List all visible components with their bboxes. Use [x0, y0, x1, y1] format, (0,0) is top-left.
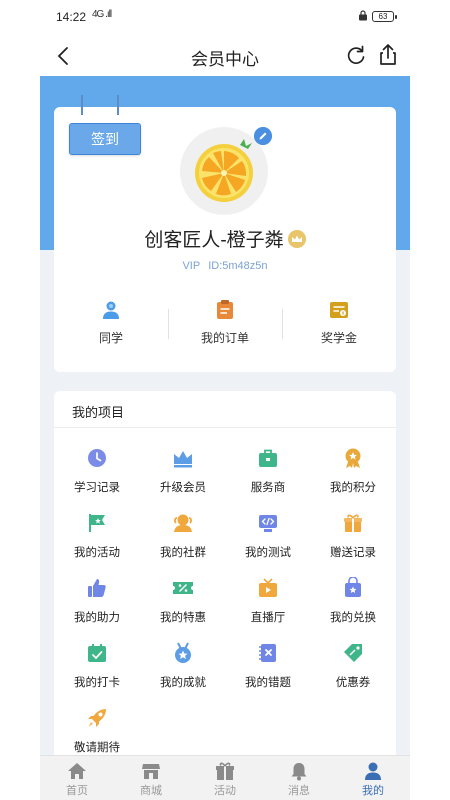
mistake-notebook-icon — [259, 644, 276, 662]
medal-icon — [345, 448, 361, 468]
tab-store[interactable]: 商城 — [114, 756, 188, 800]
project-item-coupons[interactable]: 优惠券 — [310, 642, 396, 698]
project-item-label: 我的测试 — [245, 547, 291, 559]
rocket-icon — [88, 709, 106, 727]
tab-label: 首页 — [66, 785, 88, 797]
project-item-study-records[interactable]: 学习记录 — [54, 447, 140, 503]
status-time: 14:22 — [56, 10, 87, 24]
project-item-label: 我的兑换 — [330, 612, 376, 624]
project-item-label: 直播厅 — [250, 612, 286, 624]
project-item-service-provider[interactable]: 服务商 — [225, 447, 311, 503]
quick-link-label: 同学 — [98, 331, 123, 345]
signin-string — [81, 95, 83, 115]
gift-box-icon — [216, 762, 234, 780]
member-info: VIP ID:5m48z5n — [54, 260, 396, 272]
project-item-label: 我的成就 — [160, 677, 206, 689]
crown-icon — [174, 451, 192, 468]
project-item-my-checkin[interactable]: 我的打卡 — [54, 642, 140, 698]
project-item-label: 赠送记录 — [330, 547, 376, 559]
classmates-icon — [103, 301, 119, 319]
refresh-icon[interactable] — [342, 42, 370, 70]
project-item-label: 我的社群 — [160, 547, 206, 559]
project-item-my-exchange[interactable]: 我的兑换 — [310, 577, 396, 633]
project-item-my-support[interactable]: 我的助力 — [54, 577, 140, 633]
quick-link-label: 奖学金 — [320, 331, 357, 345]
project-item-label: 服务商 — [250, 482, 286, 494]
community-icon — [174, 514, 192, 532]
discount-ticket-icon — [173, 582, 193, 594]
project-item-my-tests[interactable]: 我的测试 — [225, 512, 311, 568]
tab-me[interactable]: 我的 — [336, 756, 410, 800]
home-icon — [68, 763, 86, 779]
project-item-label: 学习记录 — [74, 482, 120, 494]
tab-activities[interactable]: 活动 — [188, 756, 262, 800]
code-test-icon — [259, 515, 277, 532]
project-item-label: 我的活动 — [74, 547, 120, 559]
profile-card: 签到 创客匠人-橙子粦 VIP ID:5m48z5n 同学 我的订单 奖学金 — [54, 95, 396, 372]
status-bar: 14:22 4G .ıll 63 — [40, 0, 410, 36]
signin-string — [117, 95, 119, 115]
membership-level: VIP — [182, 260, 201, 272]
project-item-my-points[interactable]: 我的积分 — [310, 447, 396, 503]
achievement-icon — [175, 642, 191, 663]
project-item-my-achievements[interactable]: 我的成就 — [140, 642, 226, 698]
my-projects-card: 我的项目 学习记录 升级会员 服务商 我的积分 我的活动 我的社群 我的测试 赠… — [54, 391, 396, 763]
project-item-label: 我的积分 — [330, 482, 376, 494]
edit-avatar-icon[interactable] — [254, 127, 272, 145]
quick-link-orders[interactable]: 我的订单 — [168, 299, 282, 349]
tab-label: 商城 — [140, 785, 162, 797]
gift-icon — [344, 514, 362, 532]
scholarship-icon — [330, 302, 348, 318]
project-item-label: 优惠券 — [335, 677, 371, 689]
lock-icon — [359, 10, 367, 21]
orders-icon — [217, 300, 233, 319]
project-item-label: 我的打卡 — [74, 677, 120, 689]
tab-label: 活动 — [214, 785, 236, 797]
quick-link-label: 我的订单 — [200, 331, 249, 345]
tab-home[interactable]: 首页 — [40, 756, 114, 800]
store-icon — [142, 764, 160, 779]
project-item-gift-records[interactable]: 赠送记录 — [310, 512, 396, 568]
exchange-bag-icon — [345, 577, 361, 597]
quick-link-classmates[interactable]: 同学 — [54, 299, 168, 349]
nickname: 创客匠人-橙子粦 — [144, 230, 284, 251]
user-id: ID:5m48z5n — [208, 260, 268, 272]
briefcase-icon — [259, 449, 277, 467]
project-item-label: 我的助力 — [74, 612, 120, 624]
project-item-upgrade-membership[interactable]: 升级会员 — [140, 447, 226, 503]
signin-button[interactable]: 签到 — [69, 123, 141, 155]
clock-icon — [88, 449, 106, 467]
nickname-row: 创客匠人-橙子粦 — [54, 225, 396, 252]
divider — [54, 427, 396, 428]
section-title: 我的项目 — [72, 405, 125, 420]
user-icon — [365, 762, 381, 780]
project-item-label: 我的错题 — [245, 677, 291, 689]
phone-screen: 14:22 4G .ıll 63 会员中心 签到 创客匠人-橙子粦 VIP ID… — [40, 0, 410, 800]
flag-icon — [89, 514, 105, 532]
project-item-label: 升级会员 — [160, 482, 206, 494]
project-item-my-activities[interactable]: 我的活动 — [54, 512, 140, 568]
project-item-label: 敬请期待 — [74, 742, 120, 754]
project-item-my-discounts[interactable]: 我的特惠 — [140, 577, 226, 633]
tab-label: 我的 — [362, 785, 384, 797]
crown-badge-icon — [287, 230, 306, 248]
project-item-my-mistakes[interactable]: 我的错题 — [225, 642, 311, 698]
tab-messages[interactable]: 消息 — [262, 756, 336, 800]
battery-icon: 63 — [372, 11, 397, 22]
project-item-label: 我的特惠 — [160, 612, 206, 624]
tab-label: 消息 — [288, 785, 310, 797]
signal-icon: 4G .ıll — [92, 9, 112, 20]
header: 会员中心 — [40, 36, 410, 76]
live-tv-icon — [259, 578, 277, 597]
coupon-tag-icon — [344, 644, 362, 662]
calendar-check-icon — [88, 644, 106, 662]
share-icon[interactable] — [374, 41, 402, 69]
bell-icon — [291, 763, 307, 781]
bottom-tab-bar: 首页 商城 活动 消息 我的 — [40, 755, 410, 800]
thumbs-up-icon — [88, 579, 106, 597]
project-item-live-hall[interactable]: 直播厅 — [225, 577, 311, 633]
quick-link-scholarship[interactable]: 奖学金 — [282, 299, 396, 349]
project-item-my-community[interactable]: 我的社群 — [140, 512, 226, 568]
quick-links: 同学 我的订单 奖学金 — [54, 299, 396, 349]
